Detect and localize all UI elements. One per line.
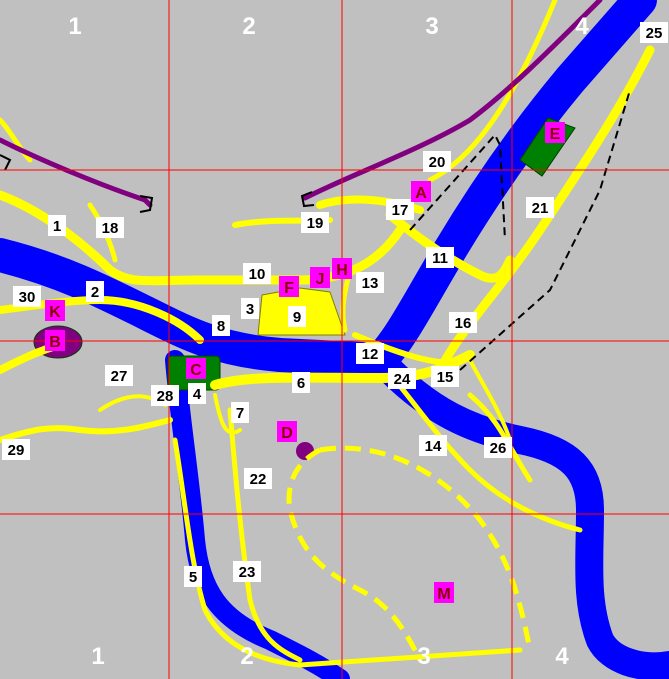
- location-label-text: 19: [307, 215, 324, 232]
- location-label-22: 22: [244, 468, 272, 489]
- poi-marker-A: A: [411, 181, 431, 202]
- location-label-3: 3: [241, 298, 259, 319]
- location-label-text: 15: [437, 369, 454, 386]
- grid-label-bottom-1: 1: [91, 643, 104, 670]
- grid-label-top-1: 1: [68, 13, 81, 40]
- poi-marker-J: J: [310, 267, 330, 288]
- location-label-12: 12: [356, 343, 384, 364]
- location-label-text: 6: [297, 375, 305, 392]
- city-map: 1 2 3 4 1 2 3 4 123456789101112131415161…: [0, 0, 669, 679]
- location-label-19: 19: [301, 212, 329, 233]
- location-label-24: 24: [388, 368, 416, 389]
- location-label-text: 13: [362, 275, 379, 292]
- location-label-8: 8: [212, 315, 230, 336]
- location-label-10: 10: [243, 263, 271, 284]
- location-label-5: 5: [184, 566, 202, 587]
- location-label-15: 15: [431, 366, 459, 387]
- poi-marker-text: A: [415, 185, 427, 202]
- grid-label-top-2: 2: [242, 13, 255, 40]
- poi-marker-E: E: [545, 122, 565, 143]
- location-label-4: 4: [188, 383, 206, 404]
- location-label-text: 17: [392, 202, 409, 219]
- poi-marker-K: K: [45, 300, 65, 321]
- location-label-text: 22: [250, 471, 267, 488]
- location-label-26: 26: [484, 437, 512, 458]
- location-label-25: 25: [640, 22, 668, 43]
- location-label-28: 28: [151, 385, 179, 406]
- location-label-text: 30: [19, 289, 36, 306]
- poi-marker-text: E: [550, 126, 561, 143]
- poi-marker-D: D: [277, 421, 297, 442]
- location-label-text: 24: [394, 371, 411, 388]
- location-label-11: 11: [426, 247, 454, 268]
- location-label-text: 20: [429, 154, 446, 171]
- location-label-text: 27: [111, 368, 128, 385]
- location-label-16: 16: [449, 312, 477, 333]
- grid-label-top-4: 4: [575, 13, 589, 40]
- location-label-30: 30: [13, 286, 41, 307]
- location-label-text: 25: [646, 25, 663, 42]
- location-label-text: 5: [189, 569, 197, 586]
- grid-label-bottom-3: 3: [417, 643, 430, 670]
- poi-marker-text: F: [284, 280, 294, 297]
- poi-marker-M: M: [434, 582, 454, 603]
- poi-marker-C: C: [186, 358, 206, 379]
- location-label-text: 21: [532, 200, 549, 217]
- location-label-text: 3: [246, 301, 254, 318]
- poi-marker-text: C: [190, 362, 202, 379]
- grid-label-bottom-2: 2: [240, 643, 253, 670]
- location-label-text: 12: [362, 346, 379, 363]
- poi-marker-text: H: [336, 262, 348, 279]
- location-label-21: 21: [526, 197, 554, 218]
- location-label-9: 9: [288, 306, 306, 327]
- location-label-text: 7: [236, 405, 244, 422]
- location-label-text: 10: [249, 266, 266, 283]
- poi-marker-text: M: [437, 586, 450, 603]
- location-label-14: 14: [419, 435, 447, 456]
- poi-marker-F: F: [279, 276, 299, 297]
- poi-marker-text: J: [316, 271, 325, 288]
- location-label-text: 1: [53, 218, 61, 235]
- location-label-1: 1: [48, 215, 66, 236]
- location-label-27: 27: [105, 365, 133, 386]
- location-label-text: 16: [455, 315, 472, 332]
- location-label-2: 2: [86, 281, 104, 302]
- location-label-text: 4: [193, 386, 202, 403]
- location-label-text: 8: [217, 318, 225, 335]
- location-label-text: 18: [102, 220, 119, 237]
- location-label-6: 6: [292, 372, 310, 393]
- location-label-text: 14: [425, 438, 442, 455]
- poi-marker-H: H: [332, 258, 352, 279]
- poi-marker-text: D: [281, 425, 293, 442]
- location-label-text: 29: [8, 442, 25, 459]
- poi-marker-B: B: [45, 330, 65, 351]
- location-label-text: 2: [91, 284, 99, 301]
- location-label-text: 9: [293, 309, 301, 326]
- location-label-20: 20: [423, 151, 451, 172]
- location-label-17: 17: [386, 199, 414, 220]
- location-label-text: 28: [157, 388, 174, 405]
- location-label-23: 23: [233, 561, 261, 582]
- location-label-text: 23: [239, 564, 256, 581]
- location-label-29: 29: [2, 439, 30, 460]
- location-label-text: 11: [432, 250, 448, 267]
- poi-marker-text: B: [49, 334, 61, 351]
- grid-label-top-3: 3: [425, 13, 438, 40]
- location-label-18: 18: [96, 217, 124, 238]
- location-label-text: 26: [490, 440, 507, 457]
- location-label-7: 7: [231, 402, 249, 423]
- location-label-13: 13: [356, 272, 384, 293]
- poi-marker-text: K: [49, 304, 61, 321]
- grid-label-bottom-4: 4: [555, 643, 569, 670]
